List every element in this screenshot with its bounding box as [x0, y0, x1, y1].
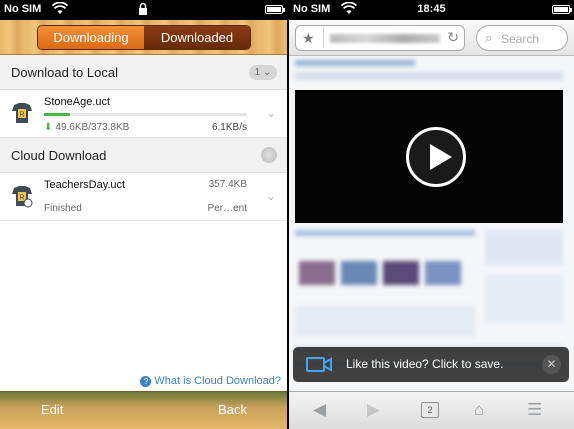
cloud-status-icon — [261, 147, 277, 163]
tab-downloaded[interactable]: Downloaded — [144, 26, 250, 49]
download-to-local-header[interactable]: Download to Local 1 ⌄ — [0, 55, 287, 90]
blurred-thumb — [425, 261, 461, 285]
cloud-item-row[interactable]: R TeachersDay.uct Finished 357.4KB Per…e… — [0, 173, 287, 221]
reload-icon[interactable]: ↻ — [447, 29, 459, 46]
browser-screen: No SIM 18:45 ★ ↻ ⌕ Search Like this vide… — [289, 0, 574, 429]
play-icon[interactable] — [406, 127, 466, 187]
save-video-toast[interactable]: Like this video? Click to save. ✕ — [293, 347, 569, 382]
download-arrow-icon: ⬇ — [44, 122, 53, 133]
file-name: StoneAge.uct — [44, 96, 111, 108]
battery-icon — [265, 5, 285, 14]
progress-fill — [44, 113, 71, 116]
battery-icon — [552, 5, 572, 14]
toast-message: Like this video? Click to save. — [346, 357, 504, 371]
blurred-line — [295, 230, 475, 236]
blurred-header — [295, 60, 415, 66]
blurred-sidebox — [485, 274, 563, 324]
chevron-down-icon[interactable]: ⌄ — [266, 106, 276, 120]
blurred-thumb — [299, 261, 335, 285]
video-camera-icon — [306, 357, 332, 372]
blurred-nav — [295, 72, 563, 80]
file-icon: R — [12, 186, 33, 208]
bookmark-star-icon[interactable]: ★ — [302, 30, 315, 47]
blurred-block — [295, 306, 475, 336]
divider — [323, 28, 324, 48]
blurred-thumb — [341, 261, 377, 285]
cloud-status: Per…ent — [207, 203, 247, 214]
clock: 18:45 — [417, 3, 446, 15]
menu-icon[interactable]: ☰ — [527, 400, 542, 420]
search-field[interactable]: ⌕ Search — [476, 25, 568, 51]
web-content[interactable] — [289, 56, 574, 391]
blurred-url — [330, 34, 440, 43]
section-title: Download to Local — [11, 65, 118, 80]
file-name: TeachersDay.uct — [44, 179, 126, 191]
cloud-state: Finished — [44, 203, 82, 214]
blurred-sidebox — [485, 230, 563, 266]
close-icon[interactable]: ✕ — [542, 355, 561, 374]
cloud-help-link[interactable]: ? What is Cloud Download? — [140, 375, 281, 387]
bottom-toolbar: Edit Back — [0, 391, 287, 429]
tab-downloading[interactable]: Downloading — [38, 26, 144, 49]
carrier-label: No SIM — [4, 3, 42, 15]
tabs-icon[interactable]: 2 — [421, 402, 439, 418]
video-player[interactable] — [295, 90, 563, 223]
transfer-info: ⬇ 49.6KB/373.8KB — [44, 122, 130, 133]
count-badge: 1 ⌄ — [249, 65, 277, 80]
url-field[interactable]: ★ ↻ — [295, 25, 465, 51]
svg-text:R: R — [19, 112, 24, 119]
address-bar: ★ ↻ ⌕ Search — [289, 20, 574, 56]
download-item-row[interactable]: R StoneAge.uct ⬇ 49.6KB/373.8KB 6.1KB/s ⌄ — [0, 90, 287, 138]
browser-toolbar: ◀ ▶ 2 ⌂ ☰ — [289, 391, 574, 429]
forward-arrow-icon[interactable]: ▶ — [367, 400, 380, 420]
back-arrow-icon[interactable]: ◀ — [313, 400, 326, 420]
section-title: Cloud Download — [11, 148, 107, 163]
blurred-thumb — [383, 261, 419, 285]
segment-header: Downloading Downloaded — [0, 20, 287, 55]
download-manager-screen: No SIM Downloading Downloaded Download t… — [0, 0, 287, 429]
svg-text:R: R — [19, 195, 24, 202]
file-icon: R — [12, 103, 32, 123]
chevron-down-icon[interactable]: ⌄ — [266, 189, 276, 203]
question-icon: ? — [140, 376, 152, 387]
search-placeholder: Search — [501, 32, 540, 46]
file-size: 357.4KB — [208, 179, 247, 190]
download-segmented-control: Downloading Downloaded — [37, 25, 251, 50]
search-icon: ⌕ — [485, 30, 493, 45]
lock-icon — [138, 2, 148, 19]
edit-button[interactable]: Edit — [41, 402, 63, 417]
cloud-download-header[interactable]: Cloud Download — [0, 138, 287, 173]
status-bar: No SIM 18:45 — [289, 0, 574, 20]
home-icon[interactable]: ⌂ — [474, 400, 484, 420]
status-bar: No SIM — [0, 0, 287, 20]
download-speed: 6.1KB/s — [211, 122, 247, 133]
progress-bar — [44, 113, 247, 116]
back-button[interactable]: Back — [218, 402, 247, 417]
wifi-icon — [51, 1, 69, 19]
